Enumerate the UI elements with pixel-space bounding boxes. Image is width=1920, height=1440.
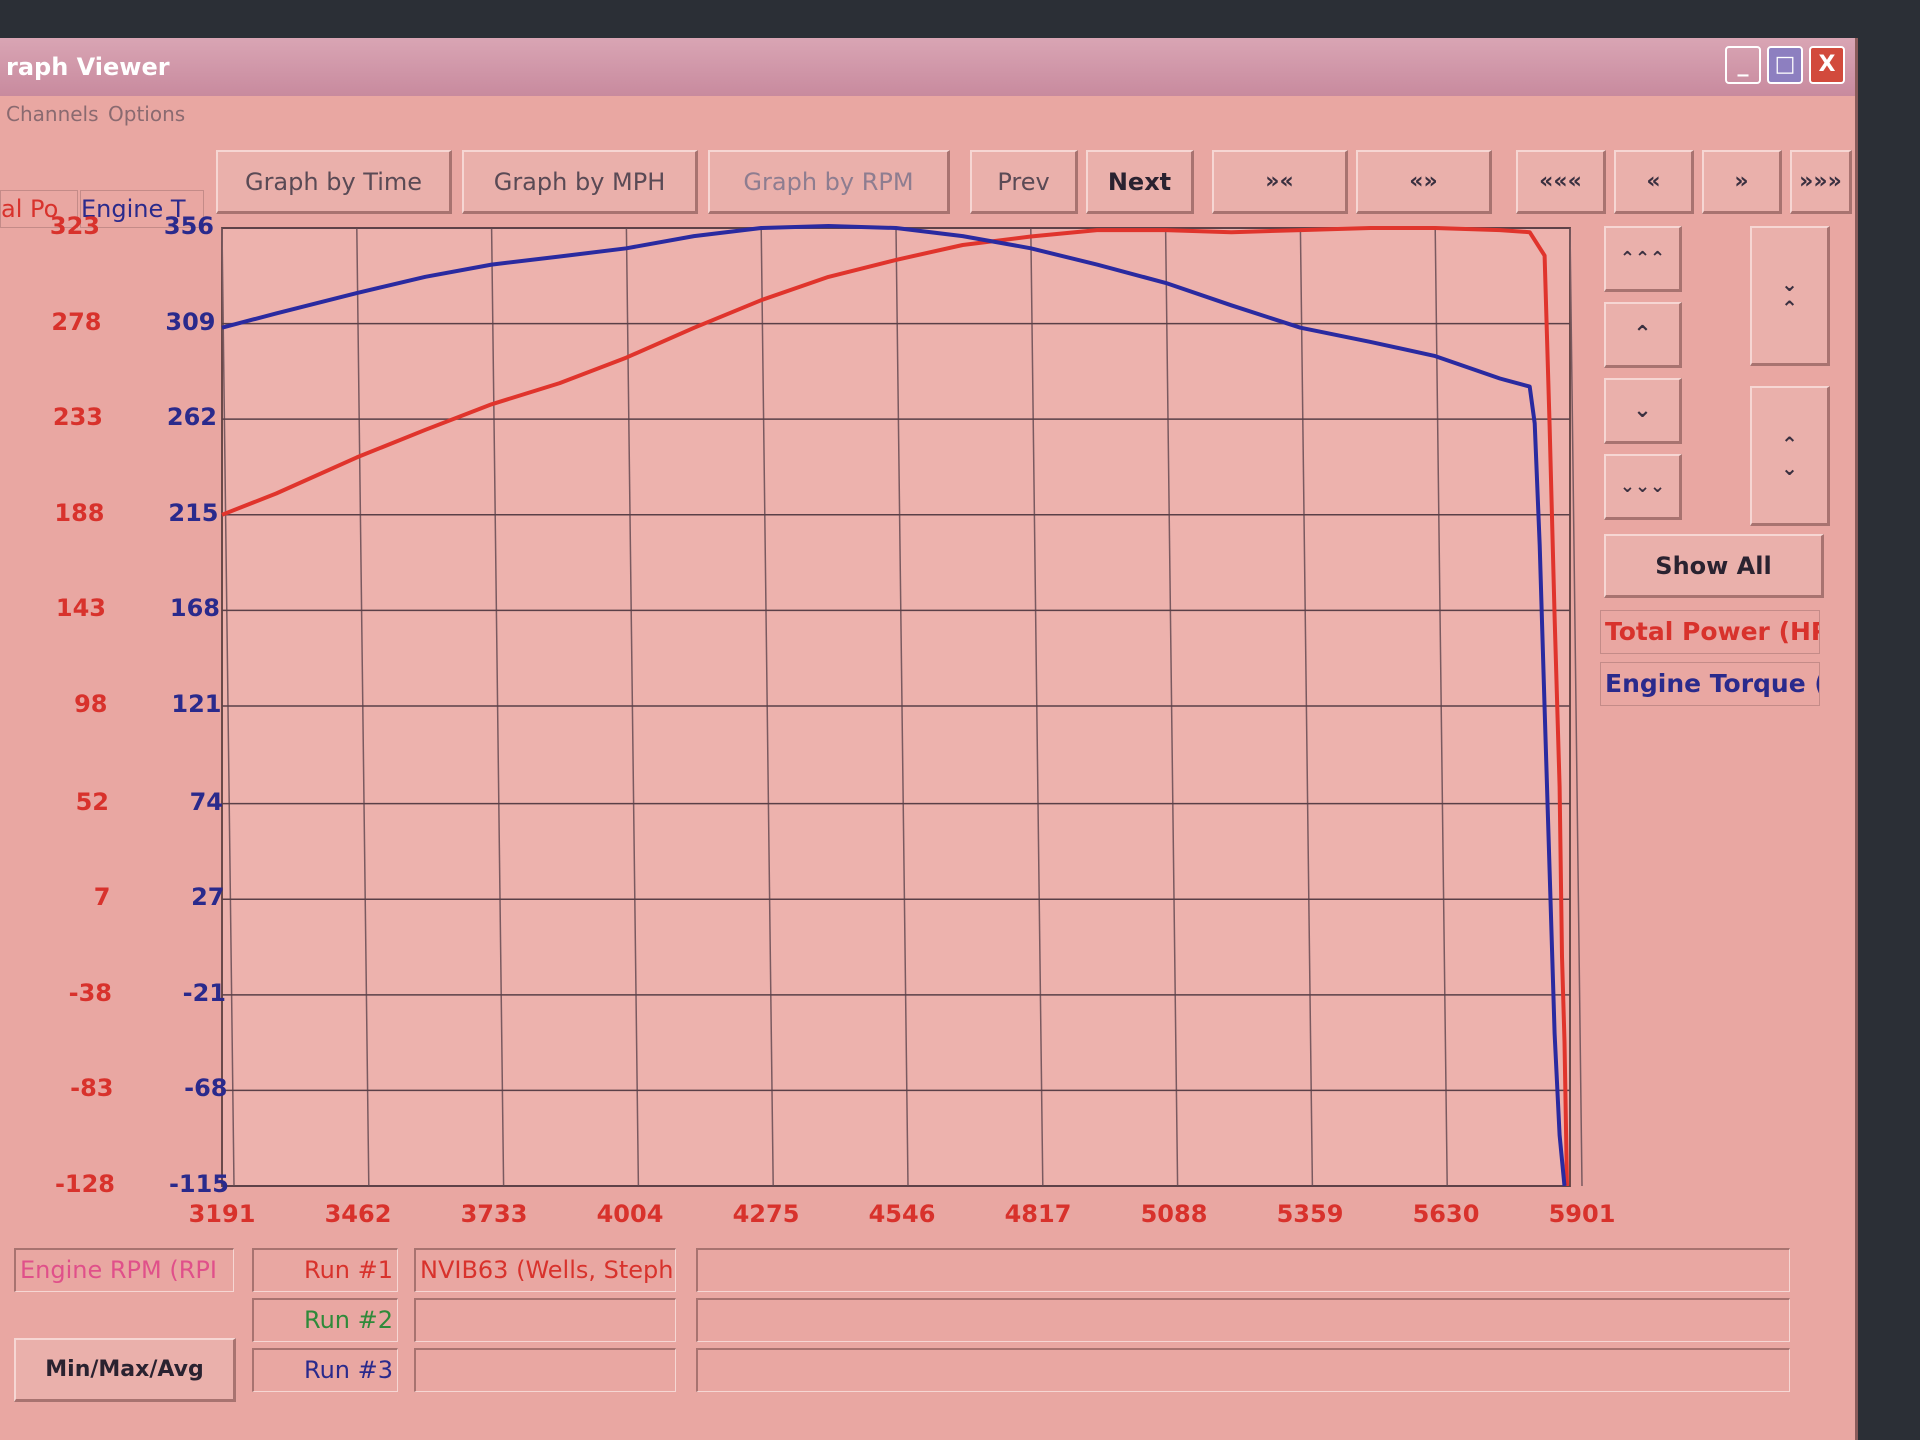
y-tick-label-power: -128 xyxy=(54,1170,115,1198)
y-tick-label-torque: 27 xyxy=(191,883,225,912)
dyno-chart[interactable] xyxy=(0,0,1920,1440)
x-tick-label: 5630 xyxy=(1412,1200,1480,1228)
y-tick-label-power: 233 xyxy=(52,403,103,432)
x-tick-label: 4817 xyxy=(1004,1200,1072,1228)
y-tick-label-torque: 356 xyxy=(163,212,214,240)
y-tick-label-torque: 262 xyxy=(166,403,217,432)
x-gridline xyxy=(1569,227,1583,1187)
x-tick-label: 4004 xyxy=(596,1200,664,1228)
y-tick-label-torque: 168 xyxy=(169,594,220,623)
x-tick-label: 3462 xyxy=(324,1200,392,1228)
y-tick-label-power: -38 xyxy=(68,978,112,1007)
x-tick-label: 5359 xyxy=(1276,1200,1344,1228)
y-tick-label-torque: 74 xyxy=(189,787,223,816)
y-tick-label-torque: 215 xyxy=(168,498,219,527)
y-tick-label-power: -83 xyxy=(70,1074,114,1103)
y-tick-label-power: 143 xyxy=(55,594,106,623)
y-tick-label-power: 323 xyxy=(49,212,100,240)
x-tick-label: 3733 xyxy=(460,1200,528,1228)
y-tick-label-torque: 121 xyxy=(171,689,222,718)
y-tick-label-torque: -21 xyxy=(182,978,226,1007)
y-tick-label-power: 52 xyxy=(75,787,109,816)
y-tick-label-power: 188 xyxy=(54,498,105,527)
y-tick-label-power: 98 xyxy=(74,689,108,718)
x-tick-label: 5088 xyxy=(1140,1200,1208,1228)
plot-area xyxy=(221,227,1571,1187)
y-tick-label-torque: -115 xyxy=(168,1170,229,1198)
x-tick-label: 4546 xyxy=(868,1200,936,1228)
x-tick-label: 5901 xyxy=(1548,1200,1616,1228)
y-tick-label-torque: -68 xyxy=(184,1074,228,1103)
y-tick-label-power: 278 xyxy=(51,307,102,336)
y-tick-label-torque: 309 xyxy=(165,307,216,336)
x-tick-label: 4275 xyxy=(732,1200,800,1228)
y-tick-label-power: 7 xyxy=(93,883,111,912)
chart-grid xyxy=(221,227,1583,1187)
x-tick-label: 3191 xyxy=(188,1200,256,1228)
